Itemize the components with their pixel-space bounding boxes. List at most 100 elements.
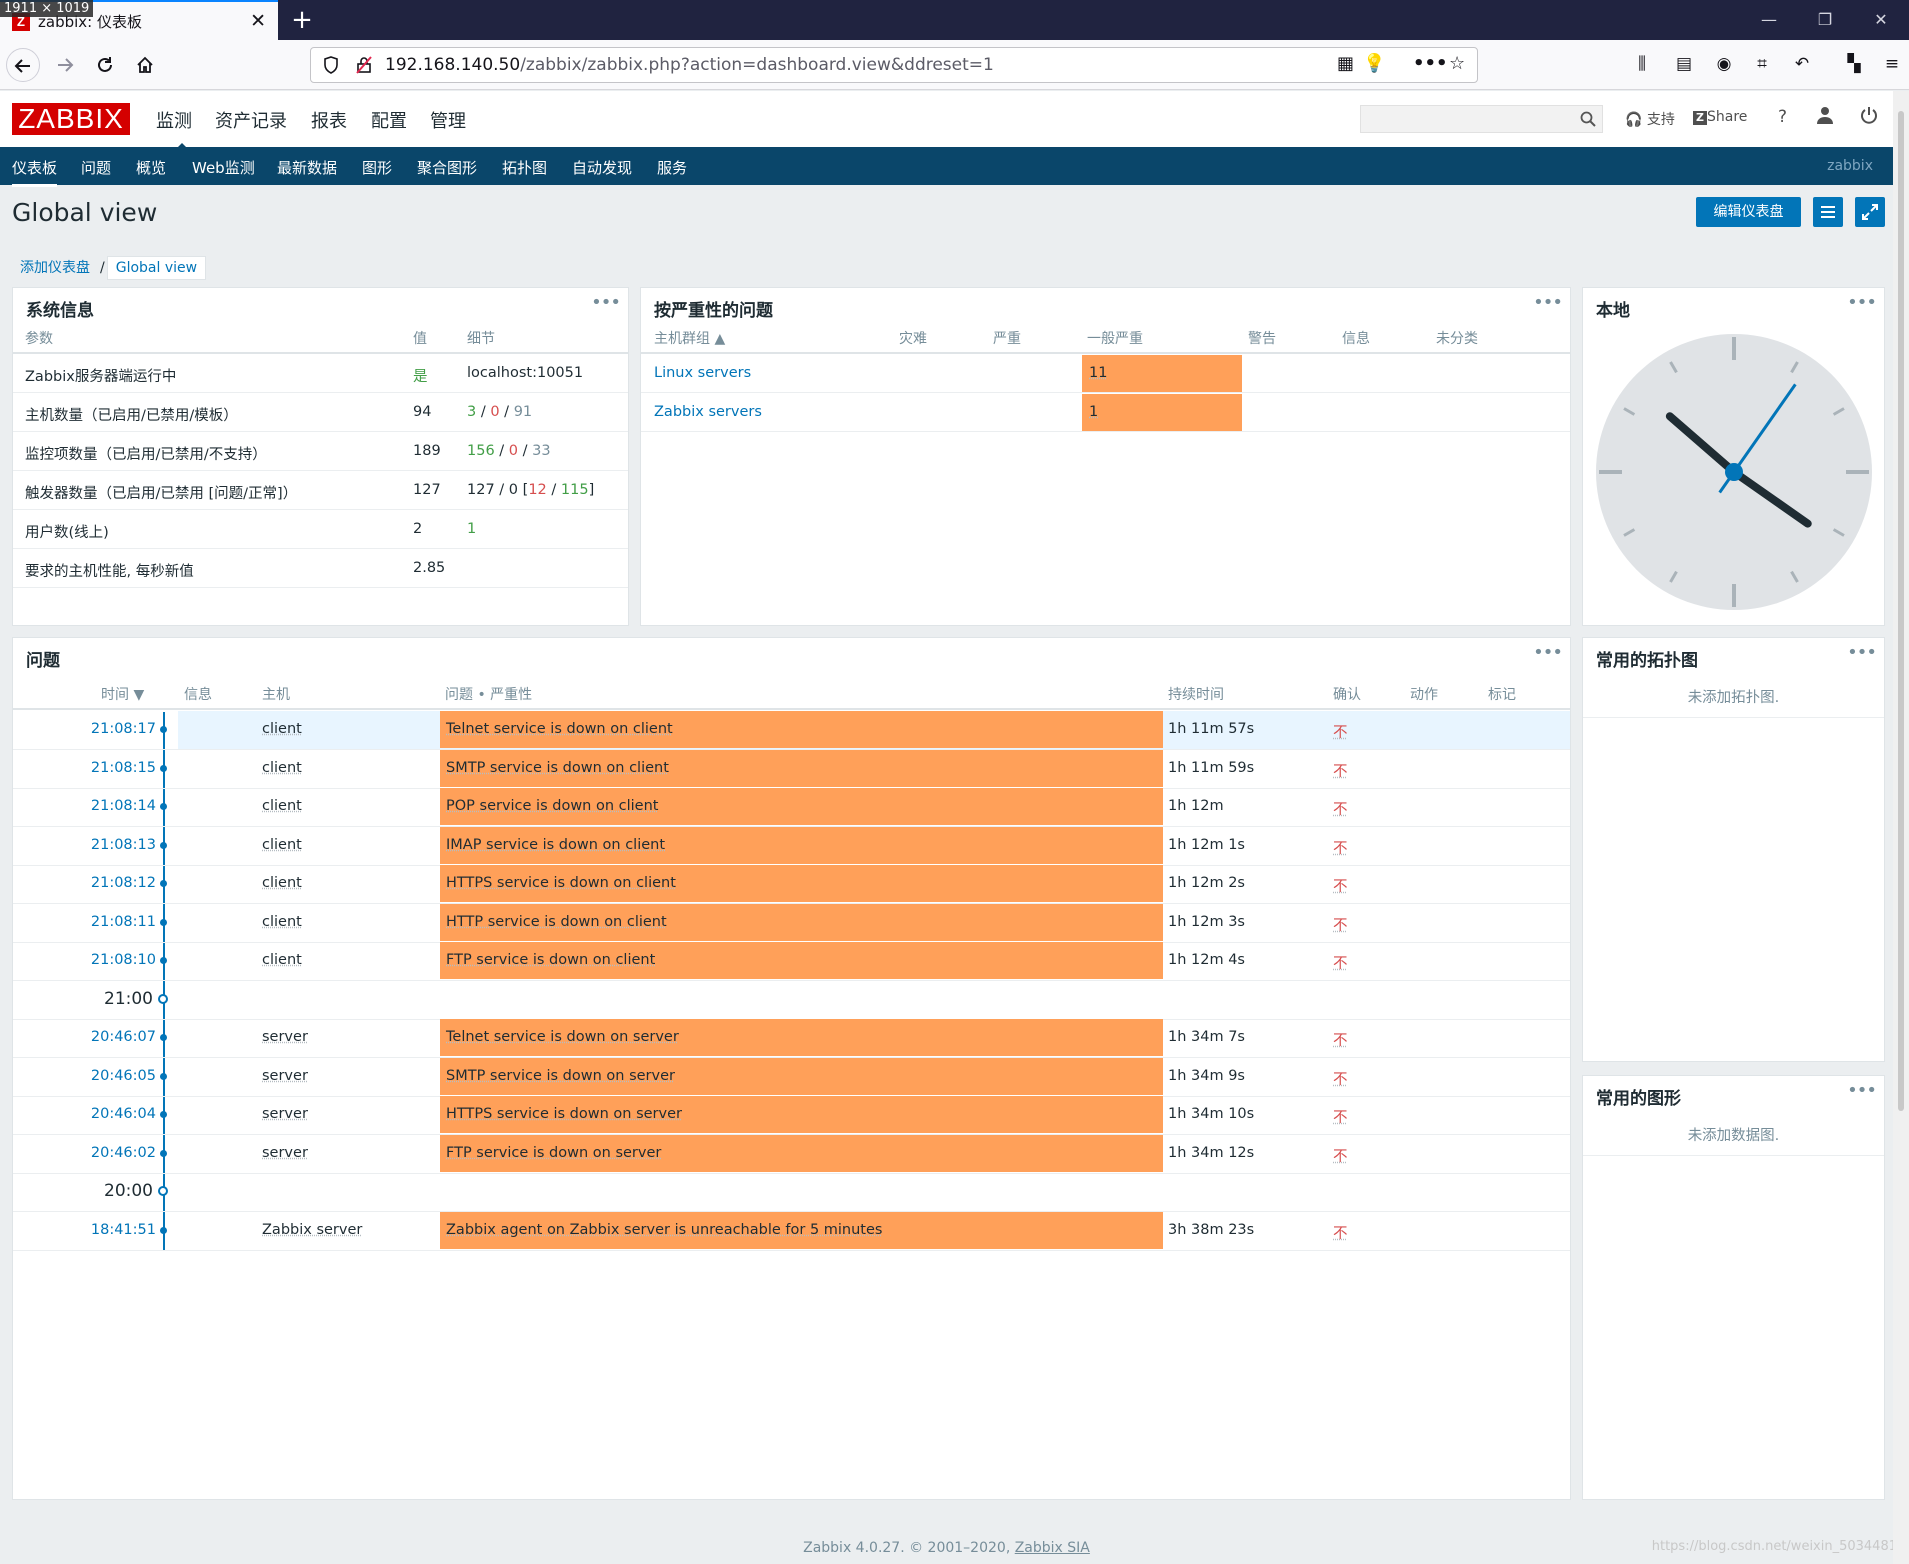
widget-menu-icon[interactable]: ••• (1847, 642, 1877, 663)
problem-time[interactable]: 20:46:04 (91, 1106, 156, 1122)
sign-out-icon[interactable] (1860, 106, 1878, 128)
menu-monitoring[interactable]: 监测 (156, 107, 192, 151)
scrollbar-thumb[interactable] (1898, 111, 1904, 1111)
submenu-screens[interactable]: 聚合图形 (417, 157, 477, 178)
search-icon[interactable] (1580, 111, 1596, 131)
minimize-icon[interactable]: — (1741, 0, 1797, 40)
app-menu-icon[interactable]: ≡ (1880, 54, 1904, 76)
submenu-graphs[interactable]: 图形 (362, 157, 392, 178)
restore-icon[interactable]: ❐ (1797, 0, 1853, 40)
problem-severity-cell[interactable]: IMAP service is down on client (440, 827, 1163, 864)
insecure-lock-icon[interactable] (355, 56, 373, 78)
zabbix-logo[interactable]: ZABBIX (12, 103, 130, 135)
share-link[interactable]: Z Share (1693, 109, 1747, 125)
problem-severity-cell[interactable]: FTP service is down on client (440, 942, 1163, 979)
close-window-icon[interactable]: ✕ (1853, 0, 1909, 40)
account-icon[interactable]: ◉ (1712, 54, 1736, 76)
problem-ack-link[interactable]: 不 (1333, 760, 1348, 781)
submenu-discovery[interactable]: 自动发现 (572, 157, 632, 178)
edit-dashboard-button[interactable]: 编辑仪表盘 (1696, 197, 1801, 227)
widget-menu-icon[interactable]: ••• (1847, 1080, 1877, 1101)
submenu-web[interactable]: Web监测 (192, 157, 255, 178)
submenu-services[interactable]: 服务 (657, 157, 687, 178)
problem-host[interactable]: server (262, 1068, 308, 1084)
tracking-shield-icon[interactable] (323, 56, 339, 78)
submenu-maps[interactable]: 拓扑图 (502, 157, 547, 178)
problem-ack-link[interactable]: 不 (1333, 837, 1348, 858)
problem-time[interactable]: 21:08:12 (91, 875, 156, 891)
problem-name[interactable]: FTP service is down on client (446, 952, 655, 968)
dashboard-list-button[interactable] (1813, 197, 1843, 227)
problem-ack-link[interactable]: 不 (1333, 1145, 1348, 1166)
host-group-link[interactable]: Linux servers (654, 365, 751, 381)
sidebar-icon[interactable]: ▤ (1672, 54, 1696, 76)
undo-icon[interactable]: ↶ (1790, 54, 1814, 76)
problem-host[interactable]: client (262, 798, 302, 814)
host-group-link[interactable]: Zabbix servers (654, 404, 762, 420)
problem-severity-cell[interactable]: HTTP service is down on client (440, 904, 1163, 941)
close-tab-icon[interactable]: ✕ (250, 10, 266, 32)
url-text[interactable]: 192.168.140.50/zabbix/zabbix.php?action=… (385, 55, 994, 75)
problem-name[interactable]: HTTP service is down on client (446, 914, 667, 930)
problem-severity-cell[interactable]: HTTPS service is down on client (440, 865, 1163, 902)
menu-administration[interactable]: 管理 (430, 107, 466, 133)
problem-severity-cell[interactable]: HTTPS service is down on server (440, 1096, 1163, 1133)
problem-host[interactable]: client (262, 875, 302, 891)
problem-name[interactable]: FTP service is down on server (446, 1145, 661, 1161)
problem-severity-cell[interactable]: SMTP service is down on client (440, 750, 1163, 787)
problem-host[interactable]: client (262, 914, 302, 930)
problem-host[interactable]: client (262, 952, 302, 968)
problem-name[interactable]: IMAP service is down on client (446, 837, 665, 853)
widget-menu-icon[interactable]: ••• (1533, 292, 1563, 313)
new-tab-icon[interactable]: + (286, 4, 318, 36)
problem-host[interactable]: server (262, 1029, 308, 1045)
problem-time[interactable]: 21:08:15 (91, 760, 156, 776)
widget-menu-icon[interactable]: ••• (1533, 642, 1563, 663)
extensions-icon[interactable]: ▚ (1842, 54, 1866, 76)
library-icon[interactable]: ⫼ (1630, 54, 1654, 76)
problem-ack-link[interactable]: 不 (1333, 875, 1348, 896)
problem-ack-link[interactable]: 不 (1333, 798, 1348, 819)
problem-host[interactable]: client (262, 760, 302, 776)
problem-host[interactable]: Zabbix server (262, 1222, 362, 1238)
bookmark-star-icon[interactable]: ☆ (1449, 53, 1465, 74)
problem-ack-link[interactable]: 不 (1333, 1106, 1348, 1127)
problem-host[interactable]: server (262, 1145, 308, 1161)
submenu-latest-data[interactable]: 最新数据 (277, 157, 337, 178)
screenshot-icon[interactable]: ⌗ (1750, 54, 1774, 76)
help-icon[interactable]: ? (1778, 107, 1787, 127)
problem-time[interactable]: 21:08:17 (91, 721, 156, 737)
problem-ack-link[interactable]: 不 (1333, 1029, 1348, 1050)
menu-inventory[interactable]: 资产记录 (215, 107, 287, 133)
page-actions-icon[interactable]: ••• (1413, 53, 1448, 74)
problem-time[interactable]: 21:08:11 (91, 914, 156, 930)
submenu-problems[interactable]: 问题 (81, 157, 111, 178)
problem-name[interactable]: HTTPS service is down on server (446, 1106, 682, 1122)
home-icon[interactable] (128, 48, 162, 82)
widget-menu-icon[interactable]: ••• (591, 292, 621, 313)
problem-time[interactable]: 20:46:07 (91, 1029, 156, 1045)
back-icon[interactable] (6, 48, 40, 82)
average-count[interactable]: 1 (1089, 404, 1098, 420)
user-profile-icon[interactable] (1816, 106, 1834, 128)
widget-menu-icon[interactable]: ••• (1847, 292, 1877, 313)
problem-severity-cell[interactable]: Telnet service is down on server (440, 1019, 1163, 1056)
fullscreen-button[interactable] (1855, 197, 1885, 227)
average-count[interactable]: 11 (1089, 365, 1107, 381)
problem-time[interactable]: 20:46:02 (91, 1145, 156, 1161)
menu-reports[interactable]: 报表 (311, 107, 347, 133)
problem-ack-link[interactable]: 不 (1333, 1068, 1348, 1089)
problem-time[interactable]: 20:46:05 (91, 1068, 156, 1084)
problem-name[interactable]: Telnet service is down on server (446, 1029, 679, 1045)
reload-icon[interactable] (88, 48, 122, 82)
submenu-dashboard[interactable]: 仪表板 (12, 157, 58, 187)
global-search-input[interactable] (1360, 105, 1603, 133)
problem-severity-cell[interactable]: SMTP service is down on server (440, 1058, 1163, 1095)
qr-code-icon[interactable]: ▦ (1337, 53, 1354, 74)
problem-ack-link[interactable]: 不 (1333, 1222, 1348, 1243)
problem-ack-link[interactable]: 不 (1333, 952, 1348, 973)
submenu-overview[interactable]: 概览 (136, 157, 166, 178)
problem-name[interactable]: SMTP service is down on client (446, 760, 669, 776)
problem-name[interactable]: SMTP service is down on server (446, 1068, 675, 1084)
problem-time[interactable]: 21:08:10 (91, 952, 156, 968)
